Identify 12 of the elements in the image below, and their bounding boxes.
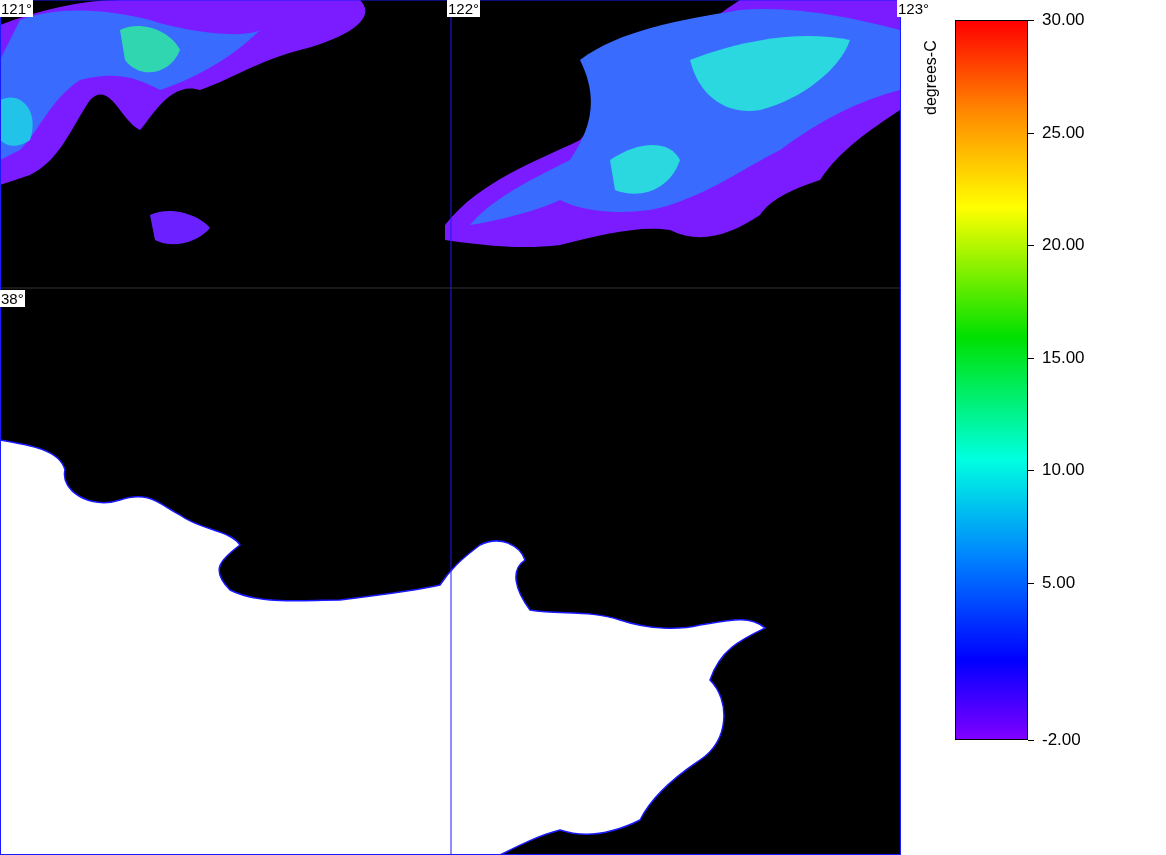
scale-value: 30.00: [1042, 11, 1085, 29]
longitude-label: 123°: [897, 0, 931, 17]
latitude-label: 38°: [0, 290, 25, 307]
scale-value: 25.00: [1042, 123, 1085, 142]
scale-value: 5.00: [1042, 573, 1076, 592]
longitude-label: 121°: [0, 0, 34, 17]
legend-title: degrees-C: [922, 40, 940, 115]
scale-value: 15.00: [1042, 348, 1085, 367]
scale-value: 10.00: [1042, 461, 1085, 479]
longitude-label: 122°: [447, 0, 481, 17]
scale-value: 20.00: [1042, 236, 1085, 254]
scale-value: -2.00: [1042, 731, 1081, 749]
